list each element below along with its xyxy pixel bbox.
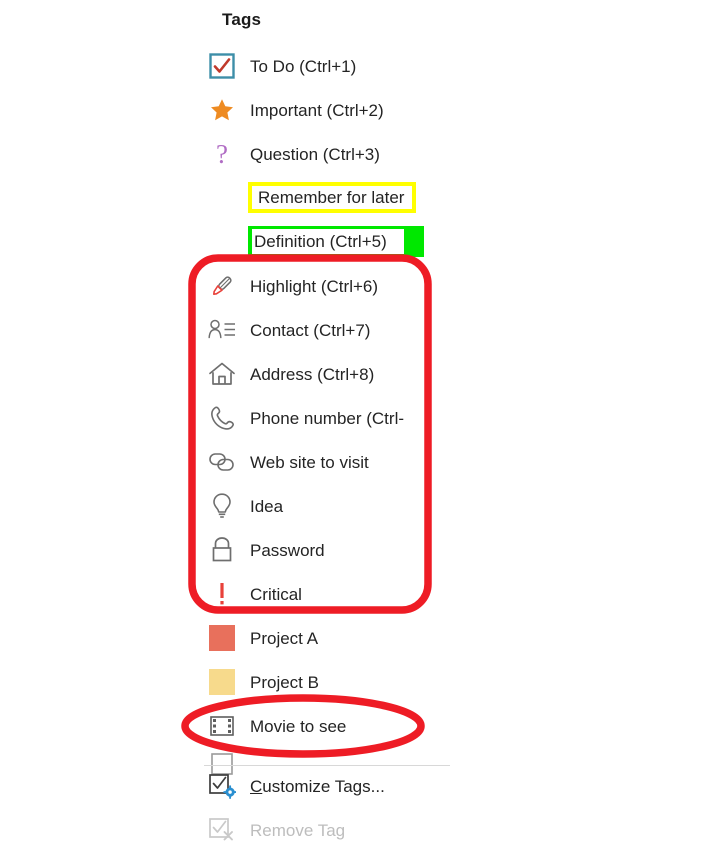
star-icon <box>200 92 244 128</box>
menu-item-label: To Do (Ctrl+1) <box>250 56 357 76</box>
remove-tag-icon <box>200 812 244 848</box>
film-strip-icon <box>200 708 244 744</box>
link-icon <box>200 444 244 480</box>
color-swatch-icon <box>200 664 244 700</box>
menu-separator <box>204 765 450 766</box>
padlock-icon <box>200 532 244 568</box>
menu-item-label-rest: ustomize Tags... <box>262 776 385 796</box>
tags-dropdown-menu: Tags To Do (Ctrl+1) Important (Ctrl+2) ?… <box>0 0 723 868</box>
customize-tags-icon <box>200 768 244 804</box>
menu-item-definition[interactable]: Definition (Ctrl+5) <box>248 226 424 257</box>
menu-item-label: Web site to visit <box>250 452 369 472</box>
menu-item-label: Project B <box>250 672 319 692</box>
menu-item-label: Movie to see <box>250 716 347 736</box>
menu-item-customize-tags[interactable]: Customize Tags... <box>200 768 670 804</box>
menu-item-label: Highlight (Ctrl+6) <box>250 276 379 296</box>
menu-item-project-b[interactable]: Project B <box>200 664 670 700</box>
contact-person-icon <box>200 312 244 348</box>
menu-item-important[interactable]: Important (Ctrl+2) <box>200 92 670 128</box>
menu-item-password[interactable]: Password <box>200 532 670 568</box>
menu-item-label: Contact (Ctrl+7) <box>250 320 371 340</box>
menu-item-critical[interactable]: Critical <box>200 576 670 612</box>
menu-item-label: Remember for later <box>258 188 405 207</box>
menu-item-movie-to-see[interactable]: Movie to see <box>200 708 670 744</box>
menu-item-web-site-to-visit[interactable]: Web site to visit <box>200 444 670 480</box>
menu-item-label: Password <box>250 540 325 560</box>
house-icon <box>200 356 244 392</box>
menu-item-label: Project A <box>250 628 319 648</box>
menu-item-label: Remove Tag <box>250 820 346 840</box>
menu-item-label: Phone number (Ctrl- <box>250 408 405 428</box>
menu-item-highlight[interactable]: Highlight (Ctrl+6) <box>200 268 670 304</box>
menu-title: Tags <box>222 10 262 29</box>
accelerator-key: C <box>250 776 263 796</box>
phone-icon <box>200 400 244 436</box>
checkbox-checked-icon <box>200 48 244 84</box>
menu-item-remove-tag[interactable]: Remove Tag <box>200 812 670 848</box>
menu-item-label: Customize Tags... <box>244 778 385 795</box>
exclamation-icon <box>200 576 244 612</box>
menu-item-contact[interactable]: Contact (Ctrl+7) <box>200 312 670 348</box>
menu-item-label: Critical <box>250 584 302 604</box>
menu-item-address[interactable]: Address (Ctrl+8) <box>200 356 670 392</box>
menu-item-idea[interactable]: Idea <box>200 488 670 524</box>
pen-icon <box>200 268 244 304</box>
menu-item-project-a[interactable]: Project A <box>200 620 670 656</box>
menu-item-label: Question (Ctrl+3) <box>250 144 380 164</box>
menu-item-phone-number[interactable]: Phone number (Ctrl- <box>200 400 670 436</box>
menu-item-label: Definition (Ctrl+5) <box>254 232 387 251</box>
menu-item-question[interactable]: ? Question (Ctrl+3) <box>200 136 670 172</box>
menu-item-to-do[interactable]: To Do (Ctrl+1) <box>200 48 670 84</box>
svg-text:?: ? <box>216 139 228 169</box>
menu-item-label: Important (Ctrl+2) <box>250 100 384 120</box>
lightbulb-icon <box>200 488 244 524</box>
color-swatch-icon <box>200 620 244 656</box>
menu-item-label: Address (Ctrl+8) <box>250 364 375 384</box>
menu-item-label: Idea <box>250 496 284 516</box>
menu-item-remember-for-later[interactable]: Remember for later <box>248 182 416 213</box>
question-mark-icon: ? <box>200 136 244 172</box>
